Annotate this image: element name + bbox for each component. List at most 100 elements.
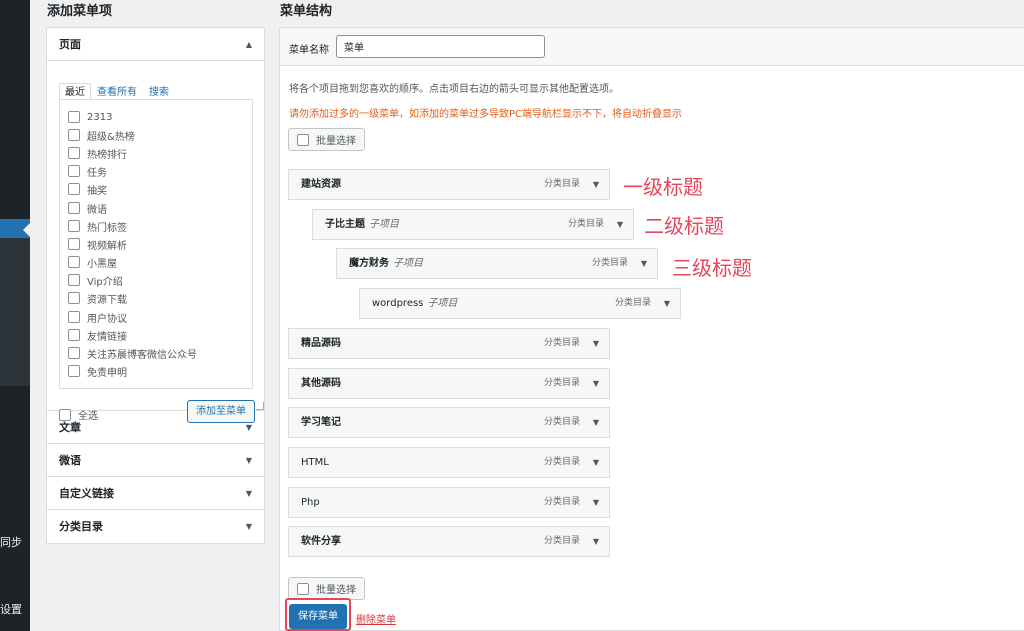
menu-item[interactable]: 建站资源 分类目录 ▼ <box>288 169 610 200</box>
checkbox[interactable] <box>68 329 80 341</box>
chevron-down-icon[interactable]: ▼ <box>617 210 623 239</box>
list-item[interactable]: 热门标签 <box>68 218 127 234</box>
save-menu-button[interactable]: 保存菜单 <box>289 604 347 629</box>
chevron-down-icon[interactable]: ▼ <box>664 289 670 318</box>
chevron-down-icon[interactable]: ▼ <box>593 408 599 437</box>
list-item[interactable]: 友情链接 <box>68 327 127 343</box>
checkbox[interactable] <box>68 129 80 141</box>
menu-item-type: 分类目录 <box>543 536 580 546</box>
menu-name-label: 菜单名称 <box>289 45 329 56</box>
chevron-down-icon: ▼ <box>245 522 252 531</box>
add-menu-items-title: 添加菜单项 <box>47 4 113 19</box>
menu-item[interactable]: 软件分享 分类目录 ▼ <box>288 526 610 557</box>
menu-item[interactable]: 学习笔记 分类目录 ▼ <box>288 407 610 438</box>
checkbox[interactable] <box>68 220 80 232</box>
list-item[interactable]: 资源下载 <box>68 290 127 306</box>
chevron-down-icon[interactable]: ▼ <box>641 249 647 278</box>
list-item-label: 2313 <box>87 111 113 123</box>
list-item[interactable]: 小黑屋 <box>68 254 117 270</box>
custom-links-section-header[interactable]: 自定义链接 ▼ <box>47 477 264 510</box>
list-item[interactable]: 免责申明 <box>68 363 127 379</box>
menu-warning: 请勿添加过多的一级菜单，如添加的菜单过多导致PC端导航栏显示不下，将自动折叠显示 <box>289 109 683 120</box>
chevron-down-icon[interactable]: ▼ <box>593 329 599 358</box>
chevron-down-icon[interactable]: ▼ <box>593 369 599 398</box>
menu-item[interactable]: 其他源码 分类目录 ▼ <box>288 368 610 399</box>
list-item[interactable]: 抽奖 <box>68 181 107 197</box>
microposts-section-header[interactable]: 微语 ▼ <box>47 444 264 477</box>
pages-tabs: 最近 查看所有 搜索 <box>59 83 175 100</box>
menu-item-type: 分类目录 <box>543 497 580 507</box>
drag-instructions: 将各个项目拖到您喜欢的顺序。点击项目右边的箭头可显示其他配置选项。 <box>289 84 619 95</box>
checkbox[interactable] <box>68 147 80 159</box>
list-item[interactable]: 用户协议 <box>68 309 127 325</box>
list-item-label: 热榜排行 <box>87 149 127 161</box>
list-item-label: 微语 <box>87 204 107 216</box>
bulk-select-checkbox[interactable] <box>297 582 309 595</box>
list-item-label: 友情链接 <box>87 331 127 343</box>
menu-item[interactable]: Php 分类目录 ▼ <box>288 487 610 518</box>
checkbox[interactable] <box>68 202 80 214</box>
bulk-select-label: 批量选择 <box>316 585 356 596</box>
chevron-down-icon[interactable]: ▼ <box>593 527 599 556</box>
bulk-select-button-bottom[interactable]: 批量选择 <box>288 577 365 600</box>
list-item-label: 抽奖 <box>87 185 107 197</box>
menu-item-title: HTML <box>301 457 329 468</box>
pages-section-body: 最近 查看所有 搜索 2313 超级&热榜 热榜排行 任务 抽奖 微语 热门标签… <box>47 61 264 423</box>
list-item[interactable]: 视频解析 <box>68 236 127 252</box>
checkbox[interactable] <box>68 238 80 250</box>
menu-name-input[interactable] <box>336 35 545 58</box>
chevron-down-icon[interactable]: ▼ <box>593 488 599 517</box>
list-item[interactable]: 关注苏晨博客微信公众号 <box>68 345 197 361</box>
menu-item-type: 分类目录 <box>591 258 628 268</box>
checkbox[interactable] <box>68 256 80 268</box>
categories-section-header[interactable]: 分类目录 ▼ <box>47 510 264 543</box>
menu-item-title: 学习笔记 <box>301 417 341 428</box>
list-item[interactable]: 超级&热榜 <box>68 127 135 143</box>
menu-item-type: 分类目录 <box>614 298 651 308</box>
checkbox[interactable] <box>68 311 80 323</box>
chevron-down-icon: ▼ <box>245 489 252 498</box>
posts-section-header[interactable]: 文章 ▼ <box>47 411 264 444</box>
chevron-down-icon[interactable]: ▼ <box>593 170 599 199</box>
checkbox[interactable] <box>68 165 80 177</box>
admin-sidebar: 同步 设置 <box>0 0 30 631</box>
resize-handle[interactable] <box>256 402 264 410</box>
bulk-select-label: 批量选择 <box>316 136 356 147</box>
pages-section-label: 页面 <box>59 38 81 51</box>
menu-item-title: 魔方财务 子项目 <box>349 258 423 269</box>
pages-section-header[interactable]: 页面 ▲ <box>47 28 264 61</box>
menu-name-bar: 菜单名称 <box>280 28 1024 66</box>
menu-item[interactable]: HTML 分类目录 ▼ <box>288 447 610 478</box>
list-item-label: 任务 <box>87 167 107 179</box>
chevron-down-icon[interactable]: ▼ <box>593 448 599 477</box>
sidebar-item-settings[interactable]: 设置 <box>0 601 22 617</box>
list-item[interactable]: 任务 <box>68 163 107 179</box>
list-item-label: Vip介绍 <box>87 276 123 288</box>
checkbox[interactable] <box>68 365 80 377</box>
checkbox[interactable] <box>68 274 80 286</box>
delete-menu-link[interactable]: 删除菜单 <box>356 611 396 626</box>
tab-view-all[interactable]: 查看所有 <box>91 83 143 100</box>
checkbox[interactable] <box>68 183 80 195</box>
bulk-select-checkbox[interactable] <box>297 133 309 146</box>
list-item[interactable]: 微语 <box>68 200 107 216</box>
menu-item[interactable]: wordpress 子项目 分类目录 ▼ <box>359 288 681 319</box>
list-item-label: 小黑屋 <box>87 258 117 270</box>
menu-item[interactable]: 魔方财务 子项目 分类目录 ▼ <box>336 248 658 279</box>
list-item[interactable]: 热榜排行 <box>68 145 127 161</box>
bulk-select-button[interactable]: 批量选择 <box>288 128 365 151</box>
list-item-label: 用户协议 <box>87 313 127 325</box>
menu-item[interactable]: 子比主题 子项目 分类目录 ▼ <box>312 209 634 240</box>
list-item[interactable]: Vip介绍 <box>68 272 123 288</box>
add-items-accordion: 页面 ▲ 最近 查看所有 搜索 2313 超级&热榜 热榜排行 任务 抽奖 微语… <box>46 27 265 544</box>
menu-structure-title: 菜单结构 <box>280 4 333 19</box>
list-item[interactable]: 2313 <box>68 109 112 125</box>
checkbox[interactable] <box>68 347 80 359</box>
checkbox[interactable] <box>68 292 80 304</box>
sidebar-item-sync[interactable]: 同步 <box>0 534 22 550</box>
tab-recent[interactable]: 最近 <box>59 83 91 100</box>
checkbox[interactable] <box>68 111 80 123</box>
pages-checklist: 2313 超级&热榜 热榜排行 任务 抽奖 微语 热门标签 视频解析 小黑屋 V… <box>59 99 253 389</box>
tab-search[interactable]: 搜索 <box>143 83 175 100</box>
menu-item[interactable]: 精品源码 分类目录 ▼ <box>288 328 610 359</box>
